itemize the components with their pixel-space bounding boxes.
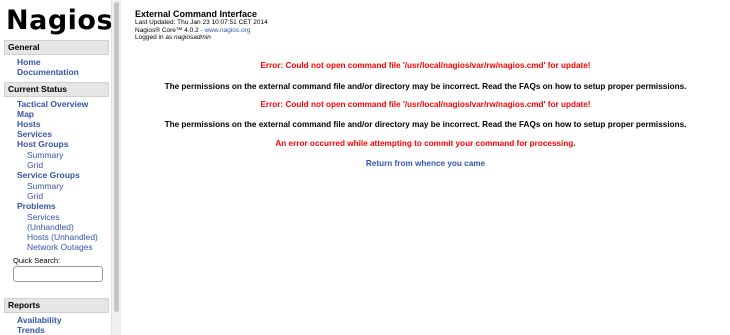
quick-search-input[interactable] [13, 266, 103, 282]
logged-in-prefix: Logged in as [135, 34, 175, 41]
nav-services[interactable]: Services [17, 129, 52, 139]
nav-host-groups-summary[interactable]: Summary [27, 150, 63, 160]
nav-problems-hosts-unhandled[interactable]: (Unhandled) [51, 232, 98, 242]
nav-problems[interactable]: Problems [17, 201, 56, 211]
core-version-line: Nagios® Core™ 4.0.2 - www.nagios.org [135, 27, 268, 35]
quick-search-label: Quick Search: [13, 256, 61, 265]
nav-trends[interactable]: Trends [17, 325, 45, 335]
sidebar: Nagios® General Home Documentation Curre… [0, 0, 111, 335]
nav-problems-services-unhandled[interactable]: (Unhandled) [27, 222, 74, 232]
nav-service-groups-grid[interactable]: Grid [27, 191, 43, 201]
sidebar-scrollbar[interactable] [111, 0, 121, 335]
logged-in-user: nagiosadmin [174, 34, 211, 41]
permissions-message: The permissions on the external command … [164, 82, 687, 91]
nav-network-outages[interactable]: Network Outages [27, 242, 93, 252]
core-version: Nagios® Core™ 4.0.2 - [135, 26, 205, 34]
page-title: External Command Interface [135, 9, 258, 19]
nav-service-groups[interactable]: Service Groups [17, 170, 80, 180]
return-link[interactable]: Return from whence you came [121, 159, 730, 169]
nav-host-groups[interactable]: Host Groups [17, 139, 68, 149]
nav-problems-hosts-row: Hosts (Unhandled) [27, 232, 98, 242]
main-content: External Command Interface Last Updated:… [121, 0, 730, 335]
nav-problems-hosts[interactable]: Hosts [27, 232, 49, 242]
error-message: Error: Could not open command file '/usr… [260, 100, 591, 109]
nav-problems-services[interactable]: Services [27, 212, 60, 222]
nav-header-reports: Reports [4, 298, 109, 313]
nav-availability[interactable]: Availability [17, 315, 62, 325]
error-message: Error: Could not open command file '/usr… [260, 61, 591, 70]
nav-tactical-overview[interactable]: Tactical Overview [17, 99, 88, 109]
nav-hosts[interactable]: Hosts [17, 119, 41, 129]
sidebar-scrollbar-thumb[interactable] [114, 2, 119, 312]
logged-in-line: Logged in as nagiosadmin [135, 34, 268, 42]
nav-home[interactable]: Home [17, 57, 41, 67]
nav-map[interactable]: Map [17, 109, 34, 119]
nav-header-general: General [4, 40, 109, 55]
nagios-logo[interactable]: Nagios® [6, 6, 111, 36]
permissions-message: The permissions on the external command … [164, 120, 687, 129]
nav-service-groups-summary[interactable]: Summary [27, 181, 63, 191]
logo-text: Nagios [6, 5, 111, 36]
nav-host-groups-grid[interactable]: Grid [27, 160, 43, 170]
nav-header-current-status: Current Status [4, 82, 109, 97]
last-updated: Last Updated: Thu Jan 23 10:07:51 CET 20… [135, 19, 268, 26]
nav-documentation[interactable]: Documentation [17, 67, 79, 77]
nagios-org-link[interactable]: www.nagios.org [204, 27, 250, 34]
commit-error-message: An error occurred while attempting to co… [275, 139, 576, 148]
info-block: External Command Interface Last Updated:… [135, 9, 268, 42]
